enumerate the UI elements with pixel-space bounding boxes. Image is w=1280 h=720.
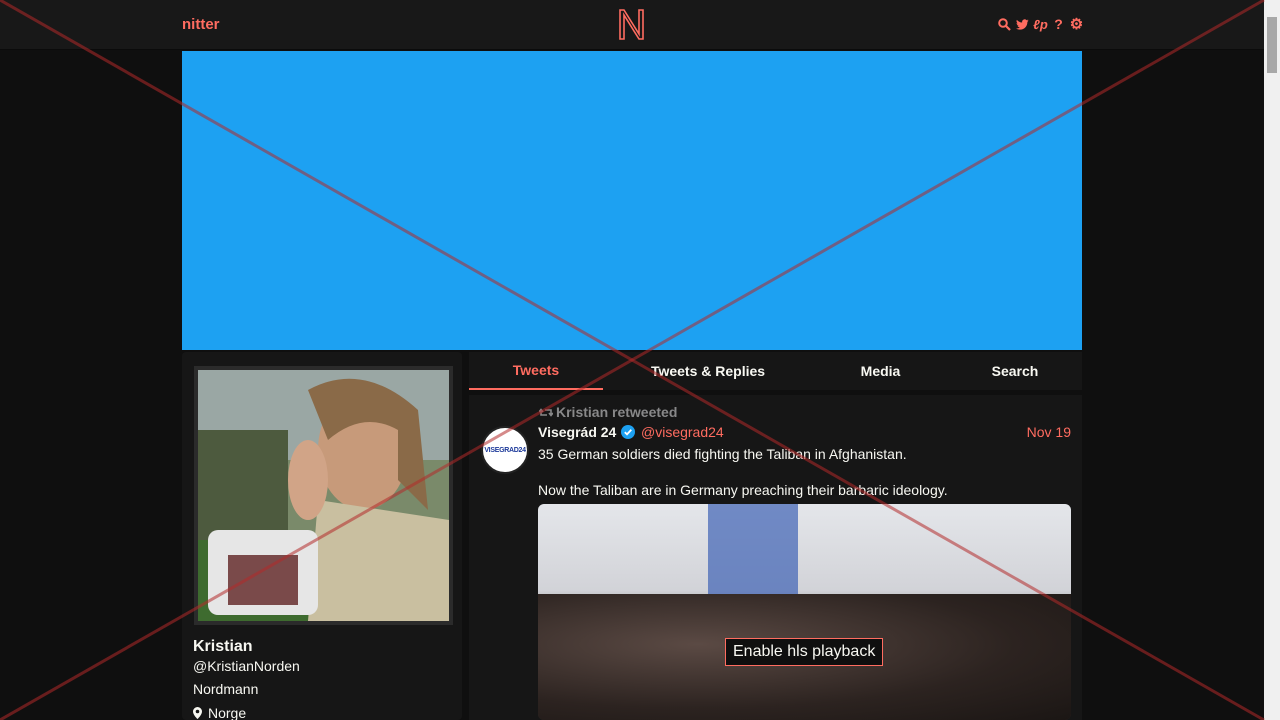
help-icon[interactable]: ? (1052, 16, 1065, 32)
nitter-logo-icon[interactable] (617, 6, 647, 42)
enable-hls-button[interactable]: Enable hls playback (725, 638, 884, 666)
timeline-tabs: Tweets Tweets & Replies Media Search (469, 352, 1082, 390)
tweet-username[interactable]: @visegrad24 (641, 424, 724, 440)
profile-location: Norge (193, 705, 246, 720)
twitter-bird-icon[interactable] (1016, 16, 1029, 32)
scrollbar-thumb[interactable] (1267, 17, 1277, 73)
tweet-fullname[interactable]: Visegrád 24 (538, 424, 616, 440)
tab-search[interactable]: Search (948, 352, 1082, 390)
tab-tweets[interactable]: Tweets (469, 352, 603, 390)
tab-tweets-replies[interactable]: Tweets & Replies (603, 352, 813, 390)
rss-icon[interactable]: ℓp (1033, 16, 1048, 32)
retweet-label: Kristian retweeted (556, 404, 678, 420)
timeline: Kristian retweeted VISEGRAD24 Visegrád 2… (469, 395, 1082, 720)
brand-link[interactable]: nitter (182, 16, 220, 33)
scrollbar[interactable] (1264, 0, 1280, 720)
profile-name: Kristian (193, 638, 253, 655)
profile-handle[interactable]: @KristianNorden (193, 658, 300, 674)
tweet-video[interactable]: Enable hls playback (538, 504, 1071, 720)
tab-media[interactable]: Media (813, 352, 948, 390)
profile-bio: Nordmann (193, 681, 259, 697)
nav-icons: ℓp ? ⚙ (998, 16, 1083, 33)
retweet-header: Kristian retweeted (539, 404, 677, 420)
profile-banner[interactable] (182, 51, 1082, 350)
profile-avatar[interactable] (194, 366, 453, 625)
tweet-date[interactable]: Nov 19 (1027, 424, 1071, 440)
tweet-paragraph: 35 German soldiers died fighting the Tal… (538, 446, 907, 462)
tweet-avatar[interactable]: VISEGRAD24 (481, 426, 529, 474)
avatar-photo (198, 370, 449, 621)
location-pin-icon (193, 707, 202, 719)
search-icon[interactable] (998, 16, 1011, 32)
tweet-paragraph: Now the Taliban are in Germany preaching… (538, 482, 948, 498)
verified-badge-icon (621, 425, 635, 439)
gear-icon[interactable]: ⚙ (1070, 16, 1083, 33)
video-background (708, 504, 798, 594)
profile-card: Kristian @KristianNorden Nordmann Norge (182, 352, 462, 720)
retweet-icon (539, 407, 553, 417)
location-label: Norge (208, 705, 247, 720)
tweet-avatar-text: VISEGRAD24 (484, 446, 526, 454)
navbar: nitter ℓp ? ⚙ (0, 0, 1264, 50)
